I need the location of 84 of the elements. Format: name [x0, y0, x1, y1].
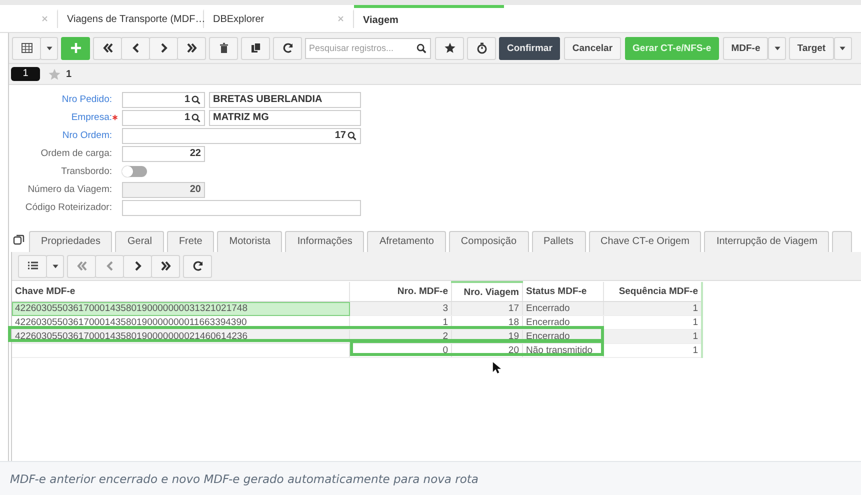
cursor-icon [492, 361, 501, 374]
caption: MDF-e anterior encerrado e novo MDF-e gerado automaticamente para nova rota [0, 461, 861, 495]
last-record-icon [186, 42, 198, 54]
list-view-button[interactable] [18, 254, 47, 278]
table-cell: Encerrado [522, 302, 604, 316]
last-record-icon [160, 260, 172, 272]
next-button[interactable] [123, 254, 152, 278]
copy-button[interactable] [241, 36, 270, 60]
tab[interactable]: Afretamento [367, 231, 446, 252]
field-label: Ordem de carga: [40, 148, 112, 159]
search-icon [191, 112, 201, 122]
timer-icon [476, 42, 488, 54]
dropdown-button[interactable] [40, 36, 58, 60]
table-cell: 17 [452, 302, 522, 316]
favorite-button[interactable] [435, 36, 464, 60]
input-field[interactable] [122, 200, 361, 216]
table-cell: 42260305503617000143580190000000031321021748 [12, 302, 350, 316]
caret-icon [774, 46, 781, 50]
close-icon [337, 15, 346, 24]
close-icon [41, 15, 50, 24]
tab[interactable]: Interrupção de Viagem [704, 231, 830, 252]
add-icon [70, 42, 82, 54]
tab[interactable]: Composição [448, 231, 529, 252]
first-record-icon [76, 260, 88, 272]
refresh-button[interactable] [183, 254, 212, 278]
delete-icon [218, 42, 230, 54]
description-field: BRETAS UBERLANDIA [209, 92, 361, 108]
grid-view-icon [20, 42, 32, 54]
input-field[interactable]: 1 [122, 92, 205, 108]
description-field: MATRIZ MG [209, 110, 361, 126]
favorite-icon [444, 42, 456, 54]
tab[interactable]: Viagens de Transporte (MDF… [58, 9, 204, 28]
field-label: Nro Ordem: [62, 130, 112, 141]
timer-button[interactable] [467, 36, 496, 60]
table-cell: 1 [604, 302, 702, 316]
input-field[interactable]: 22 [122, 146, 205, 162]
tab[interactable]: Frete [166, 231, 214, 252]
favorite-count: 1 [66, 68, 72, 80]
field-label: Transbordo: [61, 166, 112, 177]
table-cell: 1 [604, 330, 702, 344]
next-button[interactable] [149, 36, 178, 60]
input-field[interactable]: 17 [122, 128, 361, 144]
last-record-button[interactable] [151, 254, 180, 278]
table-cell: 1 [604, 344, 702, 358]
tab[interactable]: Informações [285, 231, 364, 252]
field-label: Nro Pedido: [62, 94, 112, 105]
refresh-button[interactable] [273, 36, 302, 60]
delete-button[interactable] [209, 36, 238, 60]
copy-icon [250, 42, 262, 54]
search-icon [416, 42, 427, 54]
field-label: Código Roteirizador: [25, 202, 112, 213]
field-label: Empresa: [71, 112, 112, 123]
last-record-button[interactable] [177, 36, 206, 60]
toolbar-button[interactable]: Target [789, 36, 834, 60]
field-label: Número da Viagem: [28, 184, 112, 195]
refresh-icon [192, 260, 204, 272]
input-field[interactable]: 1 [122, 110, 205, 126]
previous-button[interactable] [121, 36, 150, 60]
first-record-icon [102, 42, 114, 54]
tab[interactable]: Geral [115, 231, 164, 252]
caret-icon [46, 46, 52, 50]
toolbar-button[interactable]: Confirmar [499, 36, 560, 60]
toggle-switch[interactable] [122, 166, 147, 177]
toolbar-button[interactable]: Cancelar [564, 36, 621, 60]
search-field[interactable]: Pesquisar registros... [305, 38, 431, 58]
tab[interactable]: Propriedades [29, 231, 112, 252]
caret-icon [52, 264, 58, 268]
star-icon [48, 68, 61, 80]
table-cell: 3 [350, 302, 452, 316]
grid-view-button[interactable] [12, 36, 41, 60]
list-view-icon [26, 260, 38, 272]
first-record-button[interactable] [93, 36, 122, 60]
caret-icon [839, 46, 846, 50]
tab[interactable]: Pallets [532, 231, 586, 252]
tab[interactable]: Chave CT-e Origem [588, 231, 702, 252]
copy-icon [13, 234, 25, 246]
tab[interactable]: Motorista [217, 231, 282, 252]
tab[interactable]: DBExplorer [204, 9, 354, 28]
record-number[interactable]: 1 [11, 67, 40, 81]
refresh-icon [282, 42, 294, 54]
tab[interactable]: Viagem [354, 5, 504, 28]
search-icon [347, 130, 357, 140]
search-icon [191, 94, 201, 104]
toolbar-button[interactable]: MDF-e [723, 36, 768, 60]
